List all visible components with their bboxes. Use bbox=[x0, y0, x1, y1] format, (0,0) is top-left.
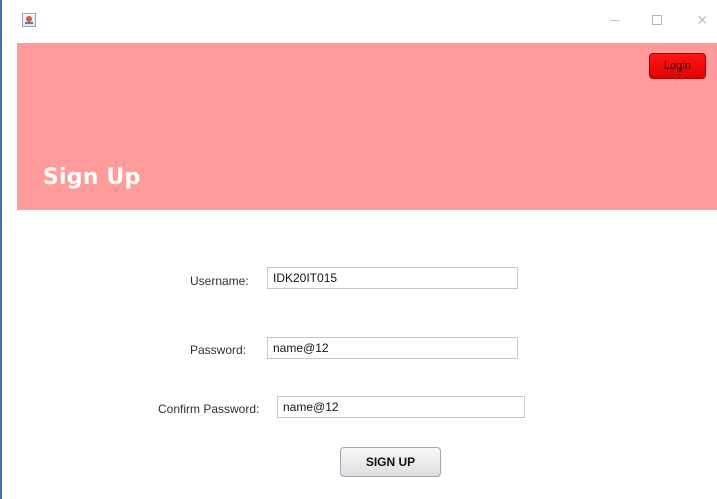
minimize-icon bbox=[610, 20, 620, 21]
username-input[interactable] bbox=[267, 267, 518, 289]
title-bar: × bbox=[2, 0, 717, 43]
sign-up-button[interactable]: SIGN UP bbox=[340, 447, 441, 477]
password-label: Password: bbox=[190, 343, 247, 357]
confirm-password-label: Confirm Password: bbox=[158, 402, 260, 416]
close-button[interactable]: × bbox=[693, 10, 713, 30]
header-panel: Login Sign Up bbox=[17, 43, 717, 210]
password-input[interactable] bbox=[267, 337, 518, 359]
login-button[interactable]: Login bbox=[649, 53, 706, 79]
java-app-icon bbox=[22, 13, 36, 27]
maximize-button[interactable] bbox=[648, 10, 668, 30]
username-label: Username: bbox=[190, 274, 249, 288]
signup-form: Username: Password: Confirm Password: SI… bbox=[17, 210, 717, 499]
confirm-password-input[interactable] bbox=[277, 396, 525, 418]
signup-window: × Login Sign Up Username: Password: Conf… bbox=[0, 0, 717, 499]
window-left-edge bbox=[0, 0, 2, 499]
close-icon: × bbox=[697, 10, 708, 30]
minimize-button[interactable] bbox=[605, 10, 625, 30]
page-title: Sign Up bbox=[43, 165, 141, 190]
maximize-icon bbox=[652, 15, 662, 25]
